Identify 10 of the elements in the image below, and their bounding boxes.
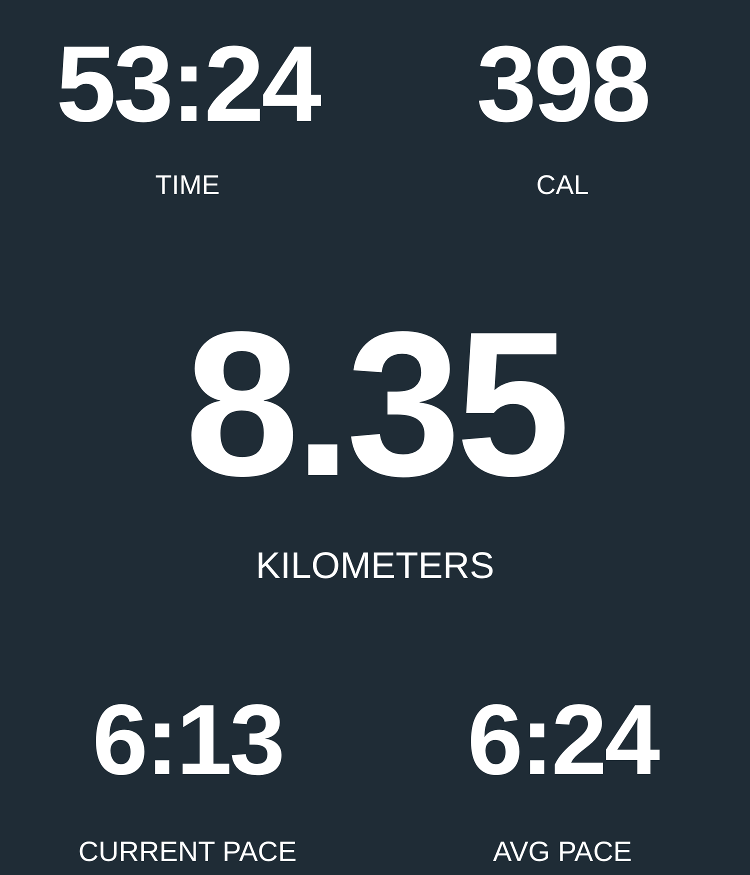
distance-value: 8.35 xyxy=(184,301,566,507)
stat-label: AVG PACE xyxy=(492,838,632,866)
stat-label: TIME xyxy=(155,172,220,199)
stat-value: 6:13 xyxy=(92,690,283,790)
stat-value: 53:24 xyxy=(56,30,319,138)
stat-value: 398 xyxy=(476,30,649,138)
stat-value: 6:24 xyxy=(467,690,658,790)
stat-label: CAL xyxy=(536,172,589,199)
stat-label: CURRENT PACE xyxy=(78,838,297,866)
distance-label: KILOMETERS xyxy=(256,547,494,584)
